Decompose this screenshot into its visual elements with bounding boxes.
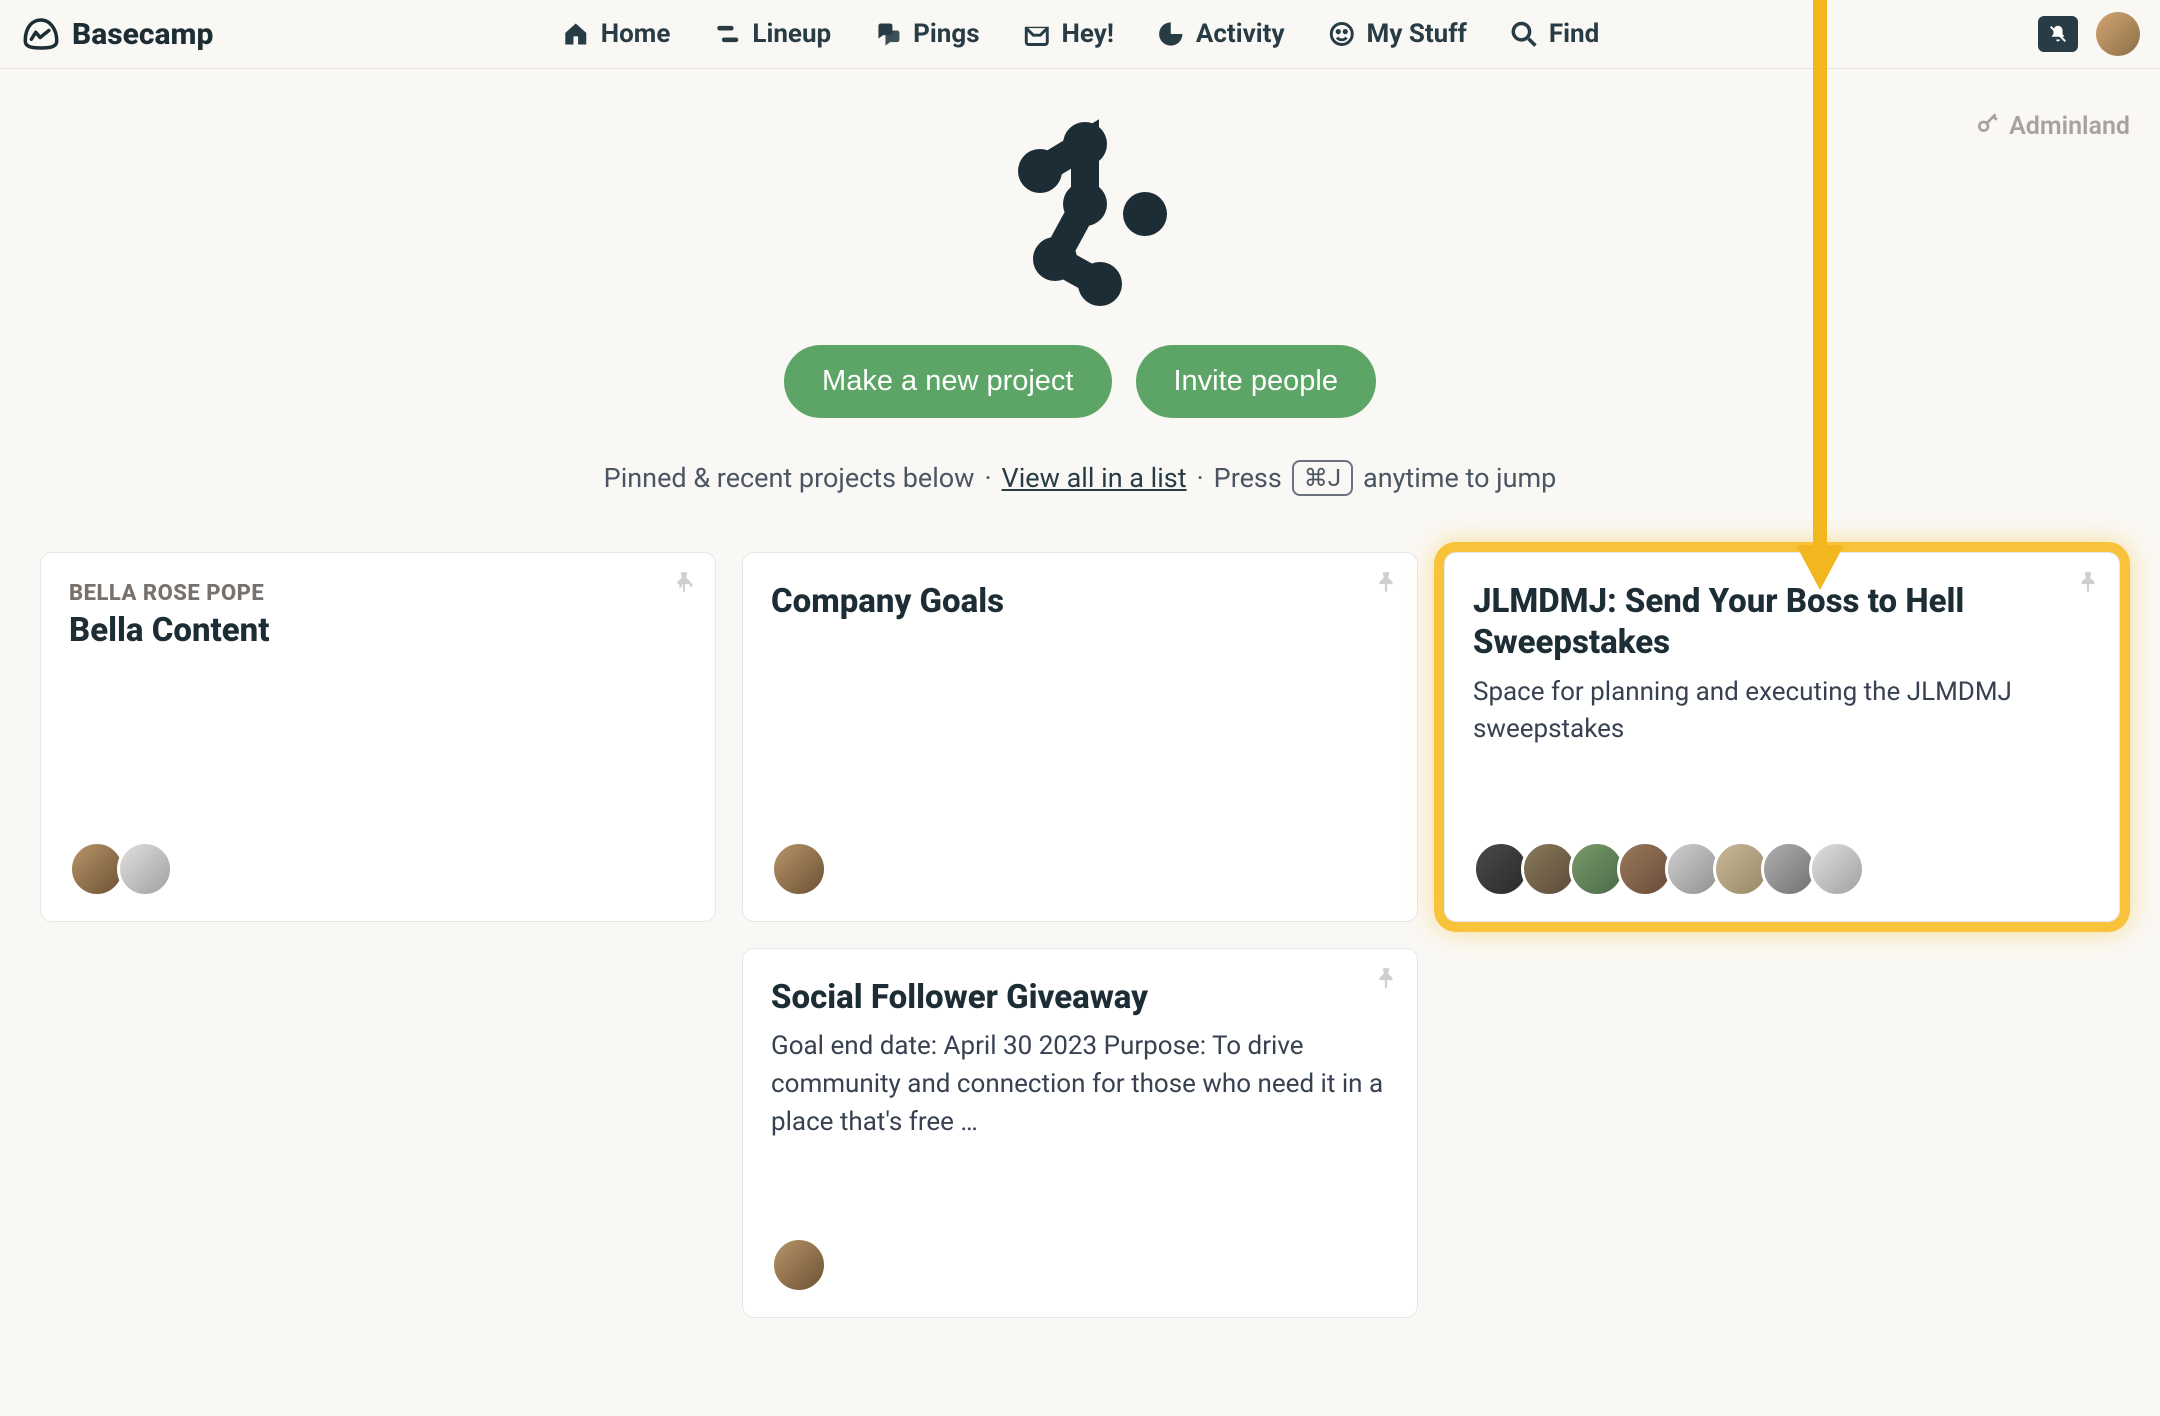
card-description: Space for planning and executing the JLM… xyxy=(1473,674,2091,749)
basecamp-logo-icon xyxy=(20,13,62,55)
nav-home-label: Home xyxy=(601,19,671,49)
helper-text: Pinned & recent projects below · View al… xyxy=(604,460,1557,496)
avatar xyxy=(771,1237,827,1293)
card-title: JLMDMJ: Send Your Boss to Hell Sweepstak… xyxy=(1473,581,2091,664)
card-avatars xyxy=(1473,821,2091,897)
key-icon xyxy=(1975,110,2001,143)
nav-lineup-label: Lineup xyxy=(752,19,831,49)
adminland-link[interactable]: Adminland xyxy=(1975,110,2130,143)
pings-icon xyxy=(873,19,903,49)
avatar xyxy=(771,841,827,897)
nav-lineup[interactable]: Lineup xyxy=(712,19,831,49)
pin-icon[interactable] xyxy=(1373,965,1399,995)
nav-mystuff[interactable]: My Stuff xyxy=(1327,19,1467,49)
card-avatars xyxy=(69,821,687,897)
keyboard-shortcut: ⌘J xyxy=(1292,460,1353,496)
nav-find-label: Find xyxy=(1549,19,1599,49)
hero-buttons: Make a new project Invite people xyxy=(784,345,1376,418)
avatar xyxy=(1809,841,1865,897)
org-logo xyxy=(980,109,1180,309)
nav-home[interactable]: Home xyxy=(561,19,671,49)
hey-icon xyxy=(1022,19,1052,49)
brand[interactable]: Basecamp xyxy=(20,13,213,55)
nav-right xyxy=(2038,12,2140,56)
top-navigation: Basecamp Home Lineup Pings Hey! xyxy=(0,0,2160,69)
invite-people-button[interactable]: Invite people xyxy=(1136,345,1376,418)
project-column-2: Company Goals Social Follower Giveaway G… xyxy=(742,552,1418,1318)
pin-icon[interactable] xyxy=(2075,569,2101,599)
press-text: Press xyxy=(1214,462,1282,494)
jump-text: anytime to jump xyxy=(1363,462,1556,494)
nav-activity[interactable]: Activity xyxy=(1156,19,1285,49)
project-card-company-goals[interactable]: Company Goals xyxy=(742,552,1418,922)
projects-grid: BELLA ROSE POPE Bella Content Company Go… xyxy=(0,552,2160,1318)
adminland-label: Adminland xyxy=(2009,112,2130,141)
project-card-bella-content[interactable]: BELLA ROSE POPE Bella Content xyxy=(40,552,716,922)
pin-icon[interactable] xyxy=(671,569,697,599)
search-icon xyxy=(1509,19,1539,49)
card-title: Social Follower Giveaway xyxy=(771,977,1389,1018)
nav-pings[interactable]: Pings xyxy=(873,19,979,49)
current-user-avatar[interactable] xyxy=(2096,12,2140,56)
card-avatars xyxy=(771,1217,1389,1293)
card-eyebrow: BELLA ROSE POPE xyxy=(69,581,687,606)
brand-name: Basecamp xyxy=(72,17,213,52)
card-title: Company Goals xyxy=(771,581,1389,622)
view-all-link[interactable]: View all in a list xyxy=(1002,462,1187,494)
avatar xyxy=(117,841,173,897)
project-card-jlmdmj[interactable]: JLMDMJ: Send Your Boss to Hell Sweepstak… xyxy=(1444,552,2120,922)
hero-section: Make a new project Invite people Pinned … xyxy=(0,109,2160,496)
pin-icon[interactable] xyxy=(1373,569,1399,599)
nav-hey[interactable]: Hey! xyxy=(1022,19,1114,49)
card-avatars xyxy=(771,821,1389,897)
nav-activity-label: Activity xyxy=(1196,19,1285,49)
smile-icon xyxy=(1327,19,1357,49)
notifications-muted-button[interactable] xyxy=(2038,16,2078,52)
nav-hey-label: Hey! xyxy=(1062,19,1114,49)
card-title: Bella Content xyxy=(69,610,687,651)
pinned-recent-text: Pinned & recent projects below xyxy=(604,462,975,494)
lineup-icon xyxy=(712,19,742,49)
nav-find[interactable]: Find xyxy=(1509,19,1599,49)
make-project-button[interactable]: Make a new project xyxy=(784,345,1111,418)
project-card-social-giveaway[interactable]: Social Follower Giveaway Goal end date: … xyxy=(742,948,1418,1318)
nav-pings-label: Pings xyxy=(913,19,979,49)
home-icon xyxy=(561,19,591,49)
nav-mystuff-label: My Stuff xyxy=(1367,19,1467,49)
activity-icon xyxy=(1156,19,1186,49)
card-description: Goal end date: April 30 2023 Purpose: To… xyxy=(771,1028,1389,1141)
nav-items: Home Lineup Pings Hey! Activity xyxy=(561,19,1599,49)
